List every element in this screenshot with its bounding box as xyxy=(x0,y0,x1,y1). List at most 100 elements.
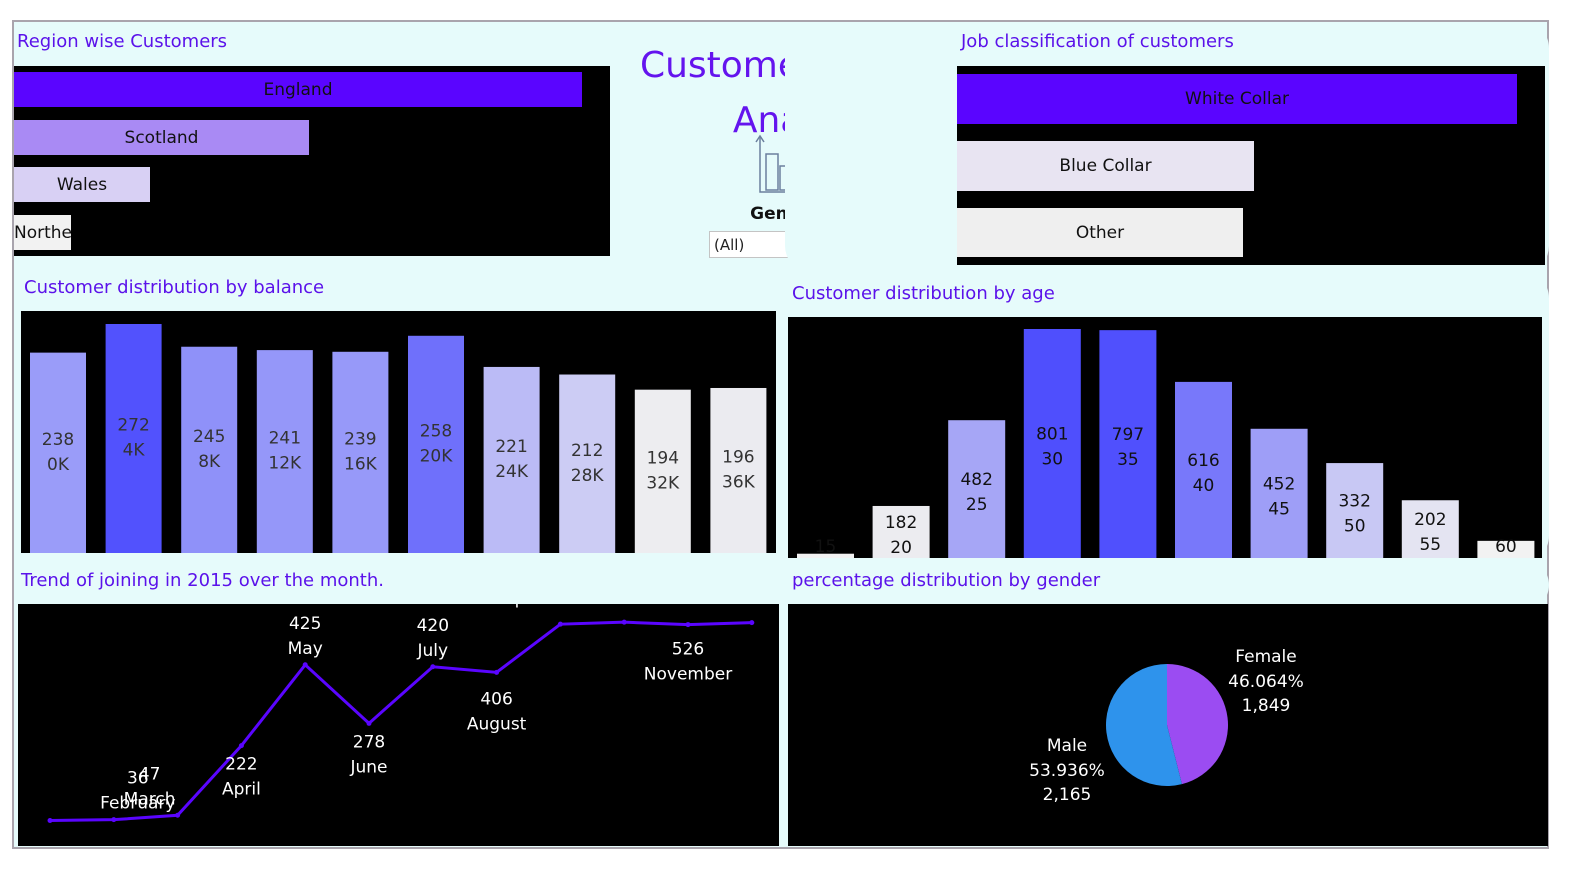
balance-bar[interactable] xyxy=(256,350,313,553)
region-label-england: England xyxy=(263,79,333,100)
trend-value-label: 222 xyxy=(225,755,257,775)
balance-category-label: 12K xyxy=(268,454,302,474)
balance-bar[interactable] xyxy=(483,366,540,553)
age-value-label: 482 xyxy=(960,470,992,490)
balance-value-label: 196 xyxy=(722,447,754,467)
trend-title: Trend of joining in 2015 over the month. xyxy=(21,570,384,591)
age-value-label: 332 xyxy=(1338,492,1370,512)
age-category-label: 55 xyxy=(1419,535,1441,555)
trend-point[interactable] xyxy=(47,817,53,823)
trend-point[interactable] xyxy=(749,620,755,626)
trend-month-label: June xyxy=(349,757,387,777)
balance-bar[interactable] xyxy=(710,387,767,553)
pie-label-female-name: Female xyxy=(1235,647,1296,667)
trend-point[interactable] xyxy=(175,812,181,818)
balance-bar[interactable] xyxy=(332,351,389,553)
age-category-label: 25 xyxy=(966,495,988,515)
age-chart: 15 182 20 482 25 801 30 797 35 616 40 452 45 332 50 202… xyxy=(788,317,1542,558)
trend-month-label: May xyxy=(288,639,323,659)
pie-label-female-count: 1,849 xyxy=(1242,696,1291,716)
trend-point[interactable] xyxy=(111,817,117,823)
trend-month-label: August xyxy=(467,714,527,734)
trend-month-label: April xyxy=(222,780,261,800)
region-bar-wales[interactable]: Wales xyxy=(14,167,150,202)
trend-point[interactable] xyxy=(366,720,372,726)
trend-point[interactable] xyxy=(302,662,308,668)
trend-value-label: 420 xyxy=(417,616,449,636)
trend-month-label: March xyxy=(124,789,176,809)
balance-bar[interactable] xyxy=(105,324,162,553)
trend-value-label: 425 xyxy=(289,614,321,634)
region-label-wales: Wales xyxy=(56,174,108,195)
balance-bar[interactable] xyxy=(559,374,616,553)
trend-value-label: 406 xyxy=(480,689,512,709)
age-category-label: 45 xyxy=(1268,499,1290,519)
job-label-blue-collar: Blue Collar xyxy=(1059,156,1152,176)
trend-value-label: 278 xyxy=(353,732,385,752)
region-bar-scotland[interactable]: Scotland xyxy=(14,120,309,155)
region-bar-northern[interactable]: Northe xyxy=(14,215,71,250)
balance-category-label: 32K xyxy=(646,473,680,493)
trend-month-label: July xyxy=(417,641,449,661)
region-label-scotland: Scotland xyxy=(124,127,199,148)
age-category-label: 50 xyxy=(1344,517,1366,537)
age-category-label: 35 xyxy=(1117,450,1139,470)
age-value-label: 452 xyxy=(1263,474,1295,494)
balance-category-label: 16K xyxy=(344,454,378,474)
job-bar-white-collar[interactable]: White Collar xyxy=(957,74,1517,124)
balance-bar[interactable] xyxy=(634,389,691,553)
balance-category-label: 36K xyxy=(722,472,756,492)
age-title: Customer distribution by age xyxy=(792,283,1055,304)
balance-value-label: 258 xyxy=(420,421,452,441)
job-label-white-collar: White Collar xyxy=(1185,89,1289,109)
trend-chart: 36February47March222April425May278June42… xyxy=(18,604,779,846)
pie-label-male-count: 2,165 xyxy=(1043,785,1092,805)
region-title: Region wise Customers xyxy=(17,31,228,52)
balance-category-label: 0K xyxy=(47,455,70,475)
gender-filter-value: (All) xyxy=(714,236,745,254)
trend-point[interactable] xyxy=(238,743,244,749)
age-value-label: 797 xyxy=(1112,425,1144,445)
trend-value-label: 526 xyxy=(672,640,704,660)
job-bar-blue-collar[interactable]: Blue Collar xyxy=(957,141,1254,191)
balance-category-label: 4K xyxy=(123,441,146,461)
age-value-label: 616 xyxy=(1187,451,1219,471)
age-category-label: 20 xyxy=(890,538,912,558)
balance-value-label: 241 xyxy=(269,429,301,449)
balance-value-label: 194 xyxy=(647,448,679,468)
balance-value-label: 238 xyxy=(42,430,74,450)
age-category-label: 40 xyxy=(1193,476,1215,496)
gender-pie-chart: Female 46.064% 1,849 Male 53.936% 2,165 xyxy=(788,604,1548,846)
region-plot: England Scotland Wales Northe xyxy=(14,66,610,256)
age-category-label: 60 xyxy=(1495,537,1517,557)
balance-category-label: 20K xyxy=(420,446,454,466)
pie-label-male-name: Male xyxy=(1047,736,1087,756)
pie-label-female-percent: 46.064% xyxy=(1228,672,1304,692)
age-value-label: 202 xyxy=(1414,510,1446,530)
trend-point[interactable] xyxy=(494,669,500,675)
region-bar-england[interactable]: England xyxy=(14,72,582,107)
trend-point[interactable] xyxy=(685,622,691,628)
balance-bar[interactable] xyxy=(181,346,238,553)
trend-point[interactable] xyxy=(557,621,563,627)
balance-category-label: 28K xyxy=(571,466,605,486)
trend-month-label: November xyxy=(644,665,732,685)
job-title: Job classification of customers xyxy=(961,31,1234,52)
balance-bar[interactable] xyxy=(30,352,86,553)
balance-bar[interactable] xyxy=(408,335,464,553)
region-label-northern: Northe xyxy=(14,222,71,243)
trend-value-label: 47 xyxy=(139,764,161,784)
age-value-label: 801 xyxy=(1036,425,1068,445)
balance-value-label: 272 xyxy=(117,416,149,436)
trend-point[interactable] xyxy=(430,664,436,670)
balance-value-label: 212 xyxy=(571,441,603,461)
job-bar-other[interactable]: Other xyxy=(957,208,1243,257)
age-category-label: 15 xyxy=(815,537,837,557)
balance-category-label: 8K xyxy=(198,452,221,472)
age-value-label: 182 xyxy=(885,513,917,533)
age-category-label: 30 xyxy=(1041,450,1063,470)
balance-title: Customer distribution by balance xyxy=(24,277,325,298)
trend-point[interactable] xyxy=(621,619,627,625)
trend-month-label: September xyxy=(493,604,587,609)
balance-value-label: 221 xyxy=(495,437,527,457)
